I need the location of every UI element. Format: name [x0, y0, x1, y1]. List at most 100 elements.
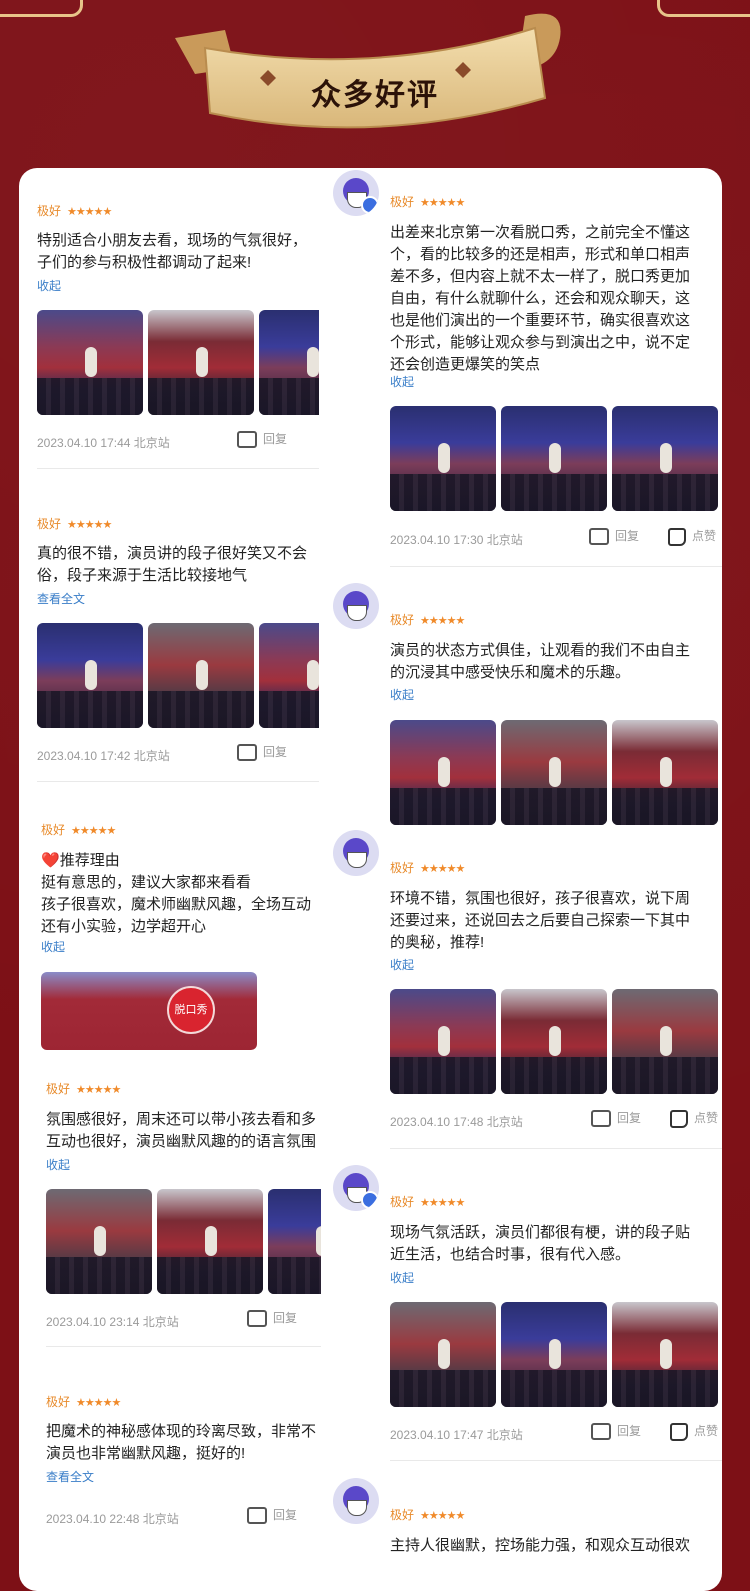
review-text: 出差来北京第一次看脱口秀，之前完全不懂这 个，看的比较多的还是相声，形式和单口相… — [390, 224, 691, 373]
avatar[interactable] — [333, 583, 379, 629]
collapse-link[interactable]: 收起 — [390, 956, 414, 973]
reply-button[interactable]: 回复 — [589, 527, 639, 546]
thumbs-up-icon — [670, 1422, 688, 1441]
review-photos — [390, 1302, 722, 1407]
review-text: 挺有意思的，建议大家都来看看 孩子很喜欢，魔术师幽默风趣，全场互动 还有小实验，… — [41, 874, 312, 935]
like-button[interactable]: 点赞 — [668, 527, 722, 546]
expand-link[interactable]: 查看全文 — [37, 590, 85, 607]
star-rating-icon: ★★★★★ — [71, 825, 116, 837]
review-text: 真的很不错，演员讲的段子很好笑又不会 俗，段子来源于生活比较接地气 — [37, 545, 308, 584]
review-photo[interactable] — [501, 1302, 607, 1407]
review-photo[interactable] — [259, 310, 319, 415]
review-photo[interactable] — [501, 989, 607, 1094]
divider — [37, 781, 319, 782]
banner-title: 众多好评 — [311, 79, 439, 112]
divider — [390, 1460, 722, 1461]
review-photos — [390, 989, 722, 1094]
reply-button[interactable]: 回复 — [591, 1109, 641, 1128]
avatar[interactable] — [333, 170, 379, 216]
section-banner: 众多好评 — [165, 8, 585, 148]
collapse-link[interactable]: 收起 — [390, 1269, 414, 1286]
avatar[interactable] — [333, 1478, 379, 1524]
review-text: 氛围感很好，周末还可以带小孩去看和多 互动也很好，演员幽默风趣的的语言氛围 — [46, 1111, 317, 1150]
divider — [390, 1148, 722, 1149]
review-rating: 极好 ★★★★★ — [390, 861, 465, 875]
heart-icon: ❤️ — [41, 852, 60, 869]
review-photos — [390, 406, 722, 511]
star-rating-icon: ★★★★★ — [420, 863, 465, 875]
review-photo[interactable] — [37, 310, 143, 415]
review-rating: 极好 ★★★★★ — [390, 1195, 465, 1209]
review-photo[interactable] — [148, 310, 254, 415]
review-photo[interactable] — [501, 720, 607, 825]
review-photo[interactable]: 脱口秀 — [41, 972, 257, 1050]
thumbs-up-icon — [668, 527, 686, 546]
review-photo[interactable] — [612, 720, 718, 825]
reply-button[interactable]: 回复 — [247, 1309, 297, 1328]
star-rating-icon: ★★★★★ — [420, 615, 465, 627]
review-rating: 极好 ★★★★★ — [37, 204, 112, 218]
review-text: 主持人很幽默，控场能力强，和观众互动很欢 — [390, 1537, 691, 1554]
review-photo[interactable] — [157, 1189, 263, 1294]
review-rating: 极好 ★★★★★ — [37, 517, 112, 531]
divider — [37, 468, 319, 469]
star-rating-icon: ★★★★★ — [420, 1510, 465, 1522]
review-photo[interactable] — [390, 720, 496, 825]
collapse-link[interactable]: 收起 — [46, 1156, 70, 1173]
avatar[interactable] — [333, 1165, 379, 1211]
corner-ornament-left — [0, 0, 83, 17]
review-photo[interactable] — [390, 406, 496, 511]
review-rating: 极好 ★★★★★ — [46, 1082, 121, 1096]
reply-button[interactable]: 回复 — [237, 430, 287, 449]
review-photo[interactable] — [390, 1302, 496, 1407]
review-text: 特别适合小朋友去看，现场的气氛很好， 子们的参与积极性都调动了起来! — [37, 232, 308, 271]
review-meta: 2023.04.10 17:44 北京站 — [37, 436, 170, 450]
review-photo[interactable] — [612, 1302, 718, 1407]
comment-icon — [591, 1110, 611, 1128]
review-photo[interactable] — [501, 406, 607, 511]
collapse-link[interactable]: 收起 — [390, 373, 414, 390]
collapse-link[interactable]: 收起 — [37, 277, 61, 294]
reply-button[interactable]: 回复 — [591, 1422, 641, 1441]
review-rating: 极好 ★★★★★ — [390, 613, 465, 627]
star-rating-icon: ★★★★★ — [420, 1197, 465, 1209]
reviews-panel: 极好 ★★★★★ 特别适合小朋友去看，现场的气氛很好， 子们的参与积极性都调动了起… — [19, 168, 722, 1591]
reply-button[interactable]: 回复 — [237, 743, 287, 762]
review-heading: ❤️推荐理由 — [41, 852, 120, 869]
collapse-link[interactable]: 收起 — [41, 938, 65, 955]
like-button[interactable]: 点赞 — [670, 1109, 722, 1128]
review-text: 把魔术的神秘感体现的玲离尽致，非常不 演员也非常幽默风趣，挺好的! — [46, 1423, 317, 1462]
divider — [46, 1346, 321, 1347]
review-meta: 2023.04.10 17:48 北京站 — [390, 1115, 523, 1129]
review-rating: 极好 ★★★★★ — [41, 823, 116, 837]
like-button[interactable]: 点赞 — [670, 1422, 722, 1441]
comment-icon — [589, 528, 609, 546]
avatar[interactable] — [333, 830, 379, 876]
star-rating-icon: ★★★★★ — [76, 1084, 121, 1096]
review-text: 环境不错，氛围也很好，孩子很喜欢，说下周 还要过来，还说回去之后要自己探索一下其… — [390, 890, 691, 951]
reply-button[interactable]: 回复 — [247, 1506, 297, 1525]
review-photo[interactable] — [612, 989, 718, 1094]
review-photo[interactable] — [268, 1189, 321, 1294]
review-meta: 2023.04.10 17:30 北京站 — [390, 533, 523, 547]
review-photo[interactable] — [259, 623, 319, 728]
review-photo[interactable] — [612, 406, 718, 511]
thumbs-up-icon — [670, 1109, 688, 1128]
comment-icon — [247, 1507, 267, 1525]
review-photos — [37, 623, 319, 728]
divider — [390, 566, 722, 567]
review-photo[interactable] — [390, 989, 496, 1094]
collapse-link[interactable]: 收起 — [390, 686, 414, 703]
review-meta: 2023.04.10 22:48 北京站 — [46, 1512, 179, 1526]
corner-ornament-right — [657, 0, 750, 17]
review-photo[interactable] — [46, 1189, 152, 1294]
review-rating: 极好 ★★★★★ — [390, 1508, 465, 1522]
star-rating-icon: ★★★★★ — [67, 206, 112, 218]
comment-icon — [591, 1423, 611, 1441]
show-logo: 脱口秀 — [167, 986, 215, 1034]
expand-link[interactable]: 查看全文 — [46, 1468, 94, 1485]
review-photo[interactable] — [148, 623, 254, 728]
review-photos — [37, 310, 319, 415]
review-photo[interactable] — [37, 623, 143, 728]
review-meta: 2023.04.10 23:14 北京站 — [46, 1315, 179, 1329]
